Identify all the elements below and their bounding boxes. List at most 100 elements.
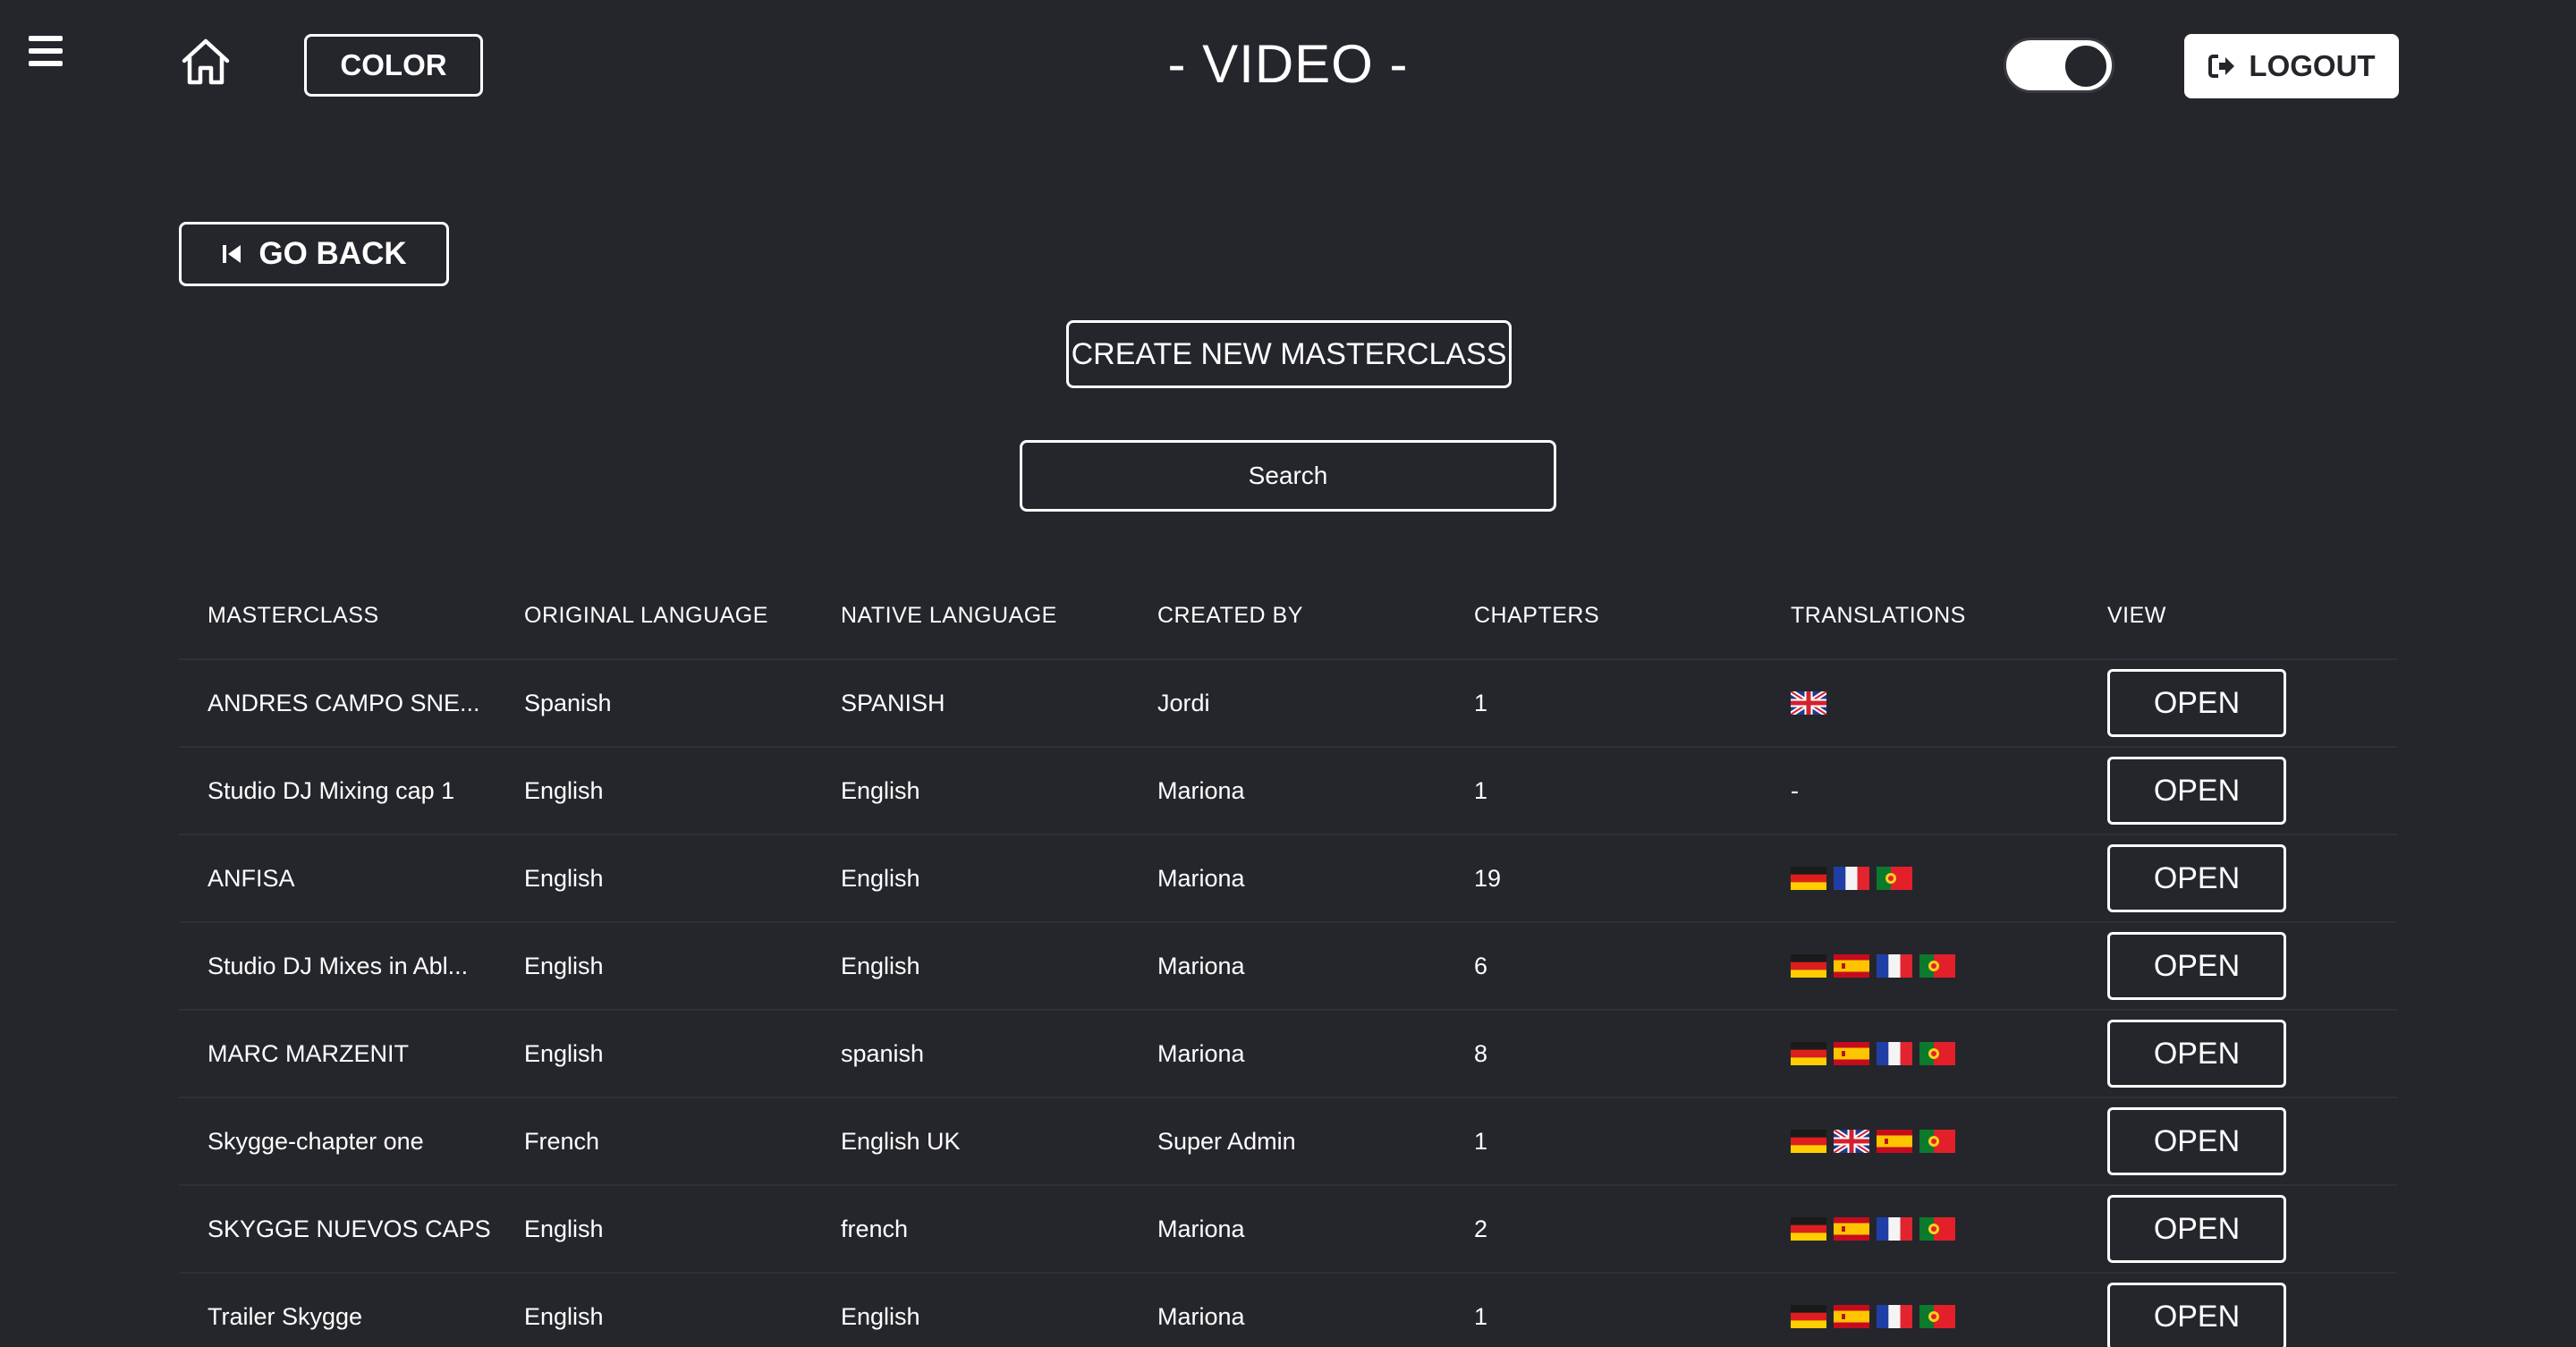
open-button[interactable]: OPEN	[2107, 757, 2286, 825]
cell-original-language: English	[524, 1302, 604, 1330]
cell-original-language: English	[524, 1039, 604, 1067]
open-button[interactable]: OPEN	[2107, 1283, 2286, 1347]
create-masterclass-button[interactable]: CREATE NEW MASTERCLASS	[1066, 320, 1512, 388]
cell-masterclass: Trailer Skygge	[208, 1302, 363, 1330]
germany-flag-icon	[1791, 1042, 1826, 1066]
cell-chapters: 1	[1474, 776, 1488, 804]
column-header-view[interactable]: VIEW	[2079, 603, 2397, 629]
open-button[interactable]: OPEN	[2107, 844, 2286, 912]
cell-created-by: Mariona	[1157, 864, 1245, 892]
cell-native-language: English UK	[841, 1127, 961, 1155]
cell-translations	[1762, 1128, 2079, 1155]
germany-flag-icon	[1791, 954, 1826, 978]
cell-masterclass: Skygge-chapter one	[208, 1127, 424, 1155]
cell-masterclass: Studio DJ Mixes in Abl...	[208, 952, 469, 979]
portugal-flag-icon	[1919, 954, 1955, 978]
portugal-flag-icon	[1919, 1042, 1955, 1065]
france-flag-icon	[1877, 954, 1912, 978]
column-header-translations[interactable]: TRANSLATIONS	[1762, 603, 2079, 629]
germany-flag-icon	[1791, 1130, 1826, 1154]
cell-original-language: Spanish	[524, 689, 612, 716]
table-row: ANFISA English English Mariona 19 OPEN	[179, 834, 2397, 921]
open-button[interactable]: OPEN	[2107, 1020, 2286, 1088]
no-translations-text: -	[1791, 776, 1799, 804]
cell-created-by: Mariona	[1157, 1302, 1245, 1330]
portugal-flag-icon	[1919, 1130, 1955, 1153]
open-button[interactable]: OPEN	[2107, 932, 2286, 1000]
search-input[interactable]	[1020, 440, 1556, 512]
cell-native-language: English	[841, 952, 920, 979]
cell-translations	[1762, 953, 2079, 979]
hamburger-menu-icon[interactable]	[29, 36, 63, 66]
theme-toggle[interactable]	[2004, 38, 2114, 93]
video-page: COLOR - VIDEO - LOGOUT GO BACK CREATE NE…	[0, 0, 2576, 1347]
cell-original-language: English	[524, 864, 604, 892]
cell-original-language: French	[524, 1127, 600, 1155]
cell-created-by: Mariona	[1157, 776, 1245, 804]
table-row: ANDRES CAMPO SNE... Spanish SPANISH Jordi 1 O…	[179, 658, 2397, 746]
cell-native-language: spanish	[841, 1039, 925, 1067]
france-flag-icon	[1877, 1305, 1912, 1328]
cell-original-language: English	[524, 776, 604, 804]
color-button[interactable]: COLOR	[304, 34, 483, 97]
translation-flags	[1791, 1040, 2079, 1067]
column-header-original-language[interactable]: ORIGINAL LANGUAGE	[496, 603, 812, 629]
cell-native-language: french	[841, 1215, 909, 1242]
column-header-chapters[interactable]: CHAPTERS	[1445, 603, 1762, 629]
cell-chapters: 1	[1474, 1127, 1488, 1155]
cell-original-language: English	[524, 1215, 604, 1242]
logout-icon	[2208, 55, 2235, 78]
cell-chapters: 1	[1474, 689, 1488, 716]
open-button[interactable]: OPEN	[2107, 669, 2286, 737]
table-row: Studio DJ Mixing cap 1 English English Mari…	[179, 746, 2397, 834]
column-header-masterclass[interactable]: MASTERCLASS	[179, 603, 496, 629]
germany-flag-icon	[1791, 1305, 1826, 1329]
cell-chapters: 6	[1474, 952, 1488, 979]
open-button[interactable]: OPEN	[2107, 1195, 2286, 1263]
cell-view: OPEN	[2079, 669, 2397, 737]
cell-chapters: 19	[1474, 864, 1502, 892]
column-header-native-language[interactable]: NATIVE LANGUAGE	[812, 603, 1129, 629]
column-header-created-by[interactable]: CREATED BY	[1129, 603, 1445, 629]
cell-translations	[1762, 1040, 2079, 1067]
germany-flag-icon	[1791, 1217, 1826, 1241]
go-back-button[interactable]: GO BACK	[179, 222, 449, 286]
cell-masterclass: MARC MARZENIT	[208, 1039, 409, 1067]
spain-flag-icon	[1834, 954, 1869, 978]
cell-native-language: SPANISH	[841, 689, 945, 716]
translation-flags	[1791, 1303, 2079, 1330]
portugal-flag-icon	[1919, 1217, 1955, 1241]
cell-translations	[1762, 1303, 2079, 1330]
uk-flag-icon	[1789, 690, 1828, 716]
cell-translations	[1762, 865, 2079, 892]
logout-button[interactable]: LOGOUT	[2184, 34, 2399, 98]
toggle-knob	[2063, 44, 2108, 89]
cell-view: OPEN	[2079, 932, 2397, 1000]
cell-translations: -	[1762, 777, 2079, 805]
cell-chapters: 8	[1474, 1039, 1488, 1067]
home-icon[interactable]	[179, 36, 233, 86]
translation-flags	[1791, 1216, 2079, 1242]
cell-view: OPEN	[2079, 1195, 2397, 1263]
table-body: ANDRES CAMPO SNE... Spanish SPANISH Jordi 1 O…	[179, 658, 2397, 1347]
cell-masterclass: ANDRES CAMPO SNE...	[208, 689, 480, 716]
cell-view: OPEN	[2079, 1283, 2397, 1347]
cell-created-by: Mariona	[1157, 1215, 1245, 1242]
translation-flags	[1791, 865, 2079, 892]
cell-created-by: Mariona	[1157, 952, 1245, 979]
france-flag-icon	[1834, 867, 1869, 890]
cell-original-language: English	[524, 952, 604, 979]
open-button[interactable]: OPEN	[2107, 1107, 2286, 1175]
table-row: Trailer Skygge English English Mariona 1 OPEN	[179, 1272, 2397, 1347]
cell-created-by: Super Admin	[1157, 1127, 1296, 1155]
translation-flags	[1791, 1128, 2079, 1155]
portugal-flag-icon	[1877, 867, 1912, 890]
table-row: MARC MARZENIT English spanish Mariona 8 OPEN	[179, 1009, 2397, 1097]
cell-native-language: English	[841, 776, 920, 804]
translation-flags	[1789, 690, 2079, 716]
portugal-flag-icon	[1919, 1305, 1955, 1328]
cell-masterclass: ANFISA	[208, 864, 295, 892]
cell-translations	[1762, 1216, 2079, 1242]
cell-created-by: Mariona	[1157, 1039, 1245, 1067]
logout-label: LOGOUT	[2249, 49, 2376, 82]
